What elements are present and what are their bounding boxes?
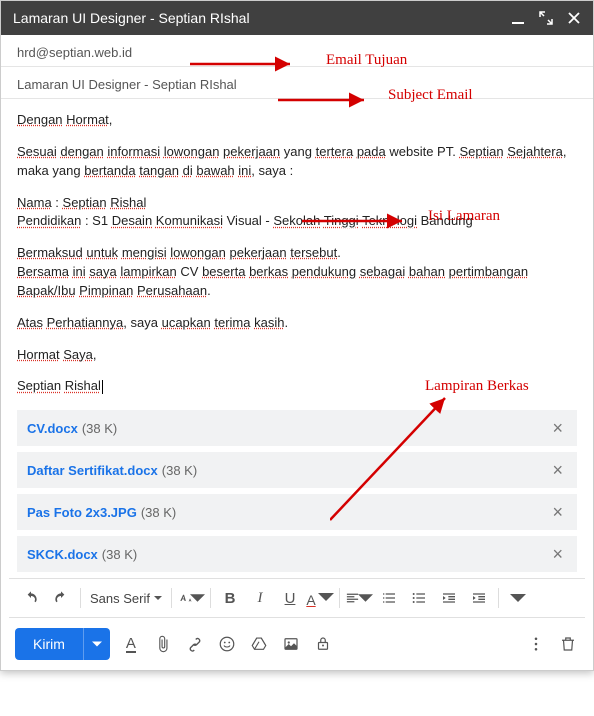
attachment-size: (38 K): [82, 421, 117, 436]
link-icon[interactable]: [184, 633, 206, 655]
subject-value: Lamaran UI Designer - Septian RIshal: [17, 77, 237, 92]
attachment-name: CV.docx: [27, 421, 78, 436]
attachment-row[interactable]: Daftar Sertifikat.docx (38 K) ×: [17, 452, 577, 488]
align-icon[interactable]: [345, 583, 373, 613]
attachment-size: (38 K): [162, 463, 197, 478]
text-cursor: [102, 380, 103, 394]
text-format-icon[interactable]: A: [120, 633, 142, 655]
format-toolbar: Sans Serif B I U A: [9, 578, 585, 618]
attachment-name: SKCK.docx: [27, 547, 98, 562]
font-select[interactable]: Sans Serif: [86, 591, 166, 606]
send-options-button[interactable]: [83, 628, 110, 660]
email-body[interactable]: Dengan Hormat, Sesuai dengan informasi l…: [1, 99, 593, 410]
attachment-name: Daftar Sertifikat.docx: [27, 463, 158, 478]
emoji-icon[interactable]: [216, 633, 238, 655]
bottom-toolbar: Kirim A: [1, 618, 593, 670]
font-size-icon[interactable]: [177, 583, 205, 613]
more-formatting-icon[interactable]: [504, 583, 532, 613]
text-color-icon[interactable]: A: [306, 583, 334, 613]
attachments-list: CV.docx (38 K) × Daftar Sertifikat.docx …: [1, 410, 593, 572]
indent-more-icon[interactable]: [465, 583, 493, 613]
more-options-icon[interactable]: [525, 633, 547, 655]
attachment-row[interactable]: SKCK.docx (38 K) ×: [17, 536, 577, 572]
remove-attachment-icon[interactable]: ×: [548, 419, 567, 437]
attachment-size: (38 K): [141, 505, 176, 520]
close-icon[interactable]: [567, 11, 581, 25]
attachment-row[interactable]: CV.docx (38 K) ×: [17, 410, 577, 446]
attachment-size: (38 K): [102, 547, 137, 562]
bullet-list-icon[interactable]: [405, 583, 433, 613]
attach-icon[interactable]: [152, 633, 174, 655]
expand-icon[interactable]: [539, 11, 553, 25]
window-title: Lamaran UI Designer - Septian RIshal: [13, 10, 511, 26]
bold-icon[interactable]: B: [216, 583, 244, 613]
confidential-icon[interactable]: [312, 633, 334, 655]
attachment-row[interactable]: Pas Foto 2x3.JPG (38 K) ×: [17, 494, 577, 530]
image-icon[interactable]: [280, 633, 302, 655]
indent-less-icon[interactable]: [435, 583, 463, 613]
discard-icon[interactable]: [557, 633, 579, 655]
send-button[interactable]: Kirim: [15, 628, 83, 660]
redo-icon[interactable]: [47, 583, 75, 613]
underline-icon[interactable]: U: [276, 583, 304, 613]
minimize-icon[interactable]: [511, 11, 525, 25]
to-field[interactable]: hrd@septian.web.id: [1, 35, 593, 67]
remove-attachment-icon[interactable]: ×: [548, 461, 567, 479]
subject-field[interactable]: Lamaran UI Designer - Septian RIshal: [1, 67, 593, 99]
to-value: hrd@septian.web.id: [17, 45, 132, 60]
drive-icon[interactable]: [248, 633, 270, 655]
titlebar: Lamaran UI Designer - Septian RIshal: [1, 1, 593, 35]
attachment-name: Pas Foto 2x3.JPG: [27, 505, 137, 520]
numbered-list-icon[interactable]: [375, 583, 403, 613]
italic-icon[interactable]: I: [246, 583, 274, 613]
remove-attachment-icon[interactable]: ×: [548, 503, 567, 521]
compose-window: Lamaran UI Designer - Septian RIshal hrd…: [0, 0, 594, 671]
undo-icon[interactable]: [17, 583, 45, 613]
remove-attachment-icon[interactable]: ×: [548, 545, 567, 563]
